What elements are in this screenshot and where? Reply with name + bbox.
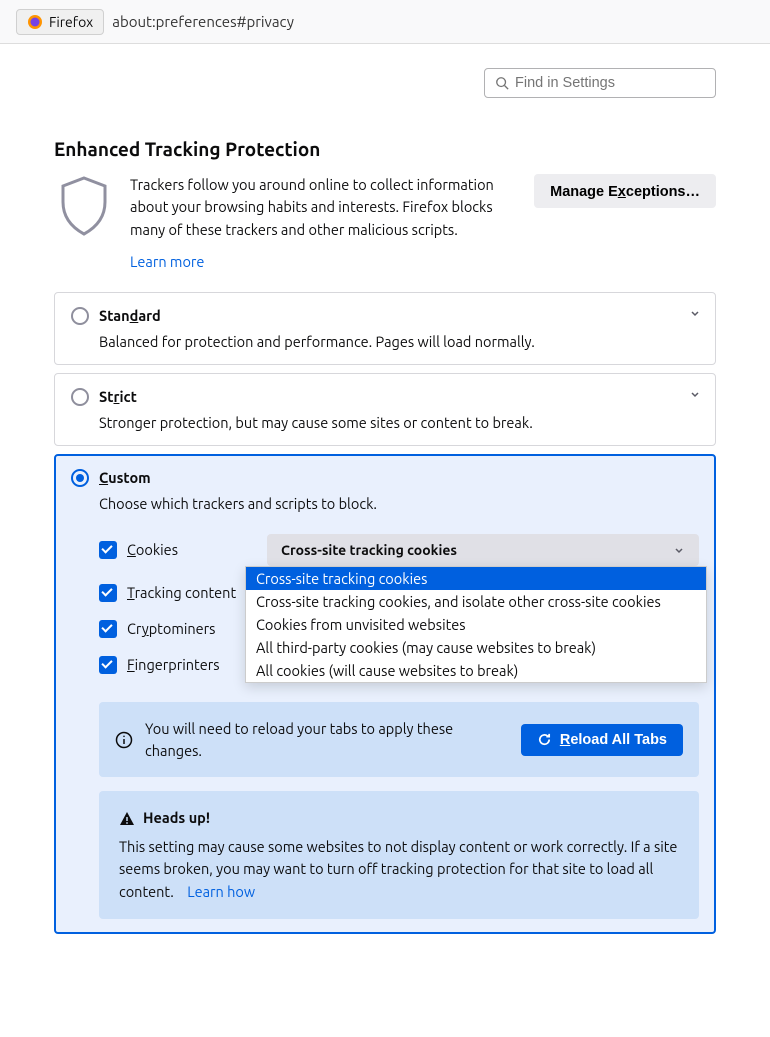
radio-strict[interactable] <box>71 388 89 406</box>
cryptominers-label: Cryptominers <box>127 620 215 637</box>
strict-title: Strict <box>99 388 137 405</box>
dropdown-option[interactable]: All cookies (will cause websites to brea… <box>246 659 706 682</box>
radio-standard[interactable] <box>71 307 89 325</box>
chevron-down-icon <box>689 307 701 319</box>
etp-description: Trackers follow you around online to col… <box>130 174 518 241</box>
level-custom[interactable]: Custom Choose which trackers and scripts… <box>54 454 716 934</box>
dropdown-option[interactable]: Cookies from unvisited websites <box>246 613 706 636</box>
shield-icon <box>57 174 111 238</box>
etp-heading: Enhanced Tracking Protection <box>54 138 716 160</box>
tracking-content-label: Tracking content <box>127 584 236 601</box>
checkbox-cookies[interactable] <box>99 541 117 559</box>
manage-exceptions-button[interactable]: Manage Exceptions… <box>534 174 716 208</box>
search-input[interactable] <box>515 75 705 91</box>
level-standard[interactable]: Standard Balanced for protection and per… <box>54 292 716 365</box>
warning-icon <box>119 811 135 827</box>
etp-learn-more-link[interactable]: Learn more <box>130 251 204 273</box>
url-text: about:preferences#privacy <box>112 13 294 30</box>
dropdown-option[interactable]: Cross-site tracking cookies <box>246 567 706 590</box>
standard-desc: Balanced for protection and performance.… <box>99 333 699 350</box>
reload-info: You will need to reload your tabs to app… <box>99 702 699 778</box>
reload-all-tabs-button[interactable]: Reload All Tabs <box>521 724 683 756</box>
fingerprinters-label: Fingerprinters <box>127 656 220 673</box>
cookies-select[interactable]: Cross-site tracking cookies <box>267 534 699 566</box>
learn-how-link[interactable]: Learn how <box>187 883 255 900</box>
info-icon <box>115 731 133 749</box>
cookies-select-value: Cross-site tracking cookies <box>281 542 457 558</box>
checkbox-cryptominers[interactable] <box>99 620 117 638</box>
reload-icon <box>537 732 552 747</box>
radio-custom[interactable] <box>71 469 89 487</box>
dropdown-option[interactable]: Cross-site tracking cookies, and isolate… <box>246 590 706 613</box>
checkbox-tracking-content[interactable] <box>99 584 117 602</box>
etp-intro: Trackers follow you around online to col… <box>54 174 716 274</box>
firefox-tab[interactable]: Firefox <box>16 9 104 35</box>
search-icon <box>495 76 509 90</box>
heads-up-warning: Heads up! This setting may cause some we… <box>99 791 699 919</box>
level-strict[interactable]: Strict Stronger protection, but may caus… <box>54 373 716 446</box>
search-input-wrap[interactable] <box>484 68 716 98</box>
reload-message: You will need to reload your tabs to app… <box>145 718 509 762</box>
firefox-icon <box>27 14 43 30</box>
chevron-down-icon <box>689 388 701 400</box>
cookies-label: Cookies <box>127 541 257 558</box>
cookies-dropdown: Cross-site tracking cookies Cross-site t… <box>245 566 707 683</box>
strict-desc: Stronger protection, but may cause some … <box>99 414 699 431</box>
chevron-down-icon <box>673 544 685 556</box>
checkbox-fingerprinters[interactable] <box>99 656 117 674</box>
standard-title: Standard <box>99 307 161 324</box>
warn-heading: Heads up! <box>143 807 210 829</box>
tab-bar: Firefox about:preferences#privacy <box>0 0 770 44</box>
custom-title: Custom <box>99 469 151 486</box>
custom-desc: Choose which trackers and scripts to blo… <box>99 495 699 512</box>
tab-label: Firefox <box>49 14 93 30</box>
dropdown-option[interactable]: All third-party cookies (may cause websi… <box>246 636 706 659</box>
